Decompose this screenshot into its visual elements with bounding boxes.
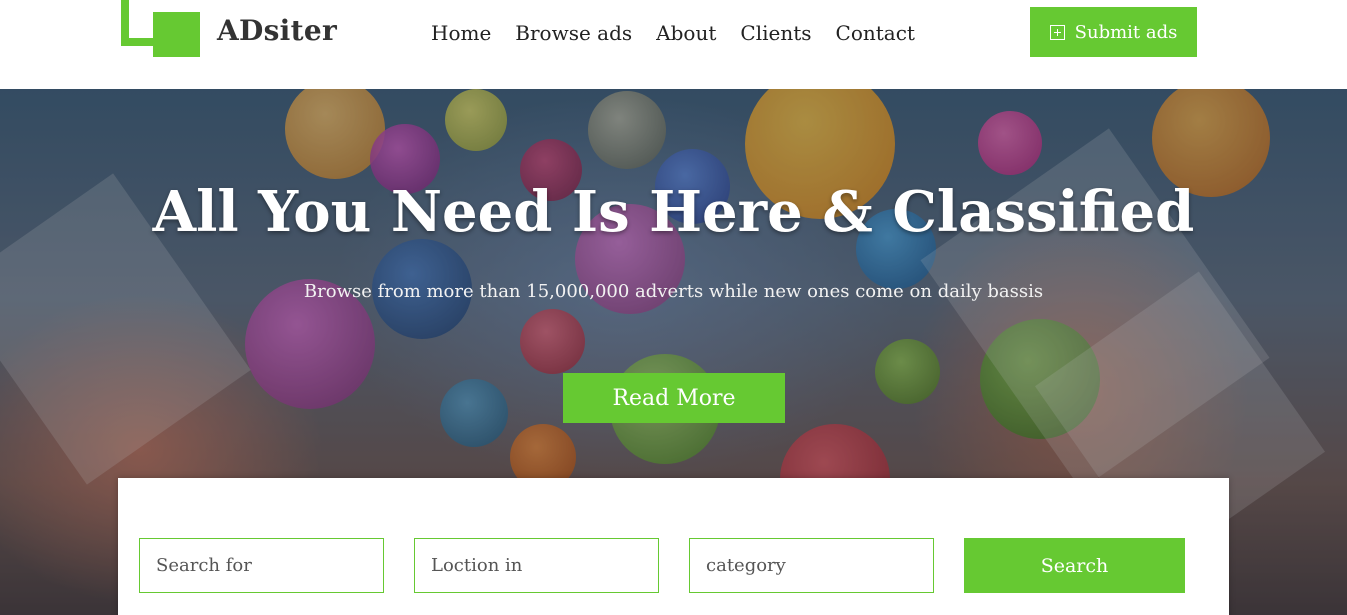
- nav-item-browse-ads[interactable]: Browse ads: [515, 21, 632, 45]
- search-panel: Search: [118, 478, 1229, 615]
- submit-ads-label: Submit ads: [1074, 21, 1178, 43]
- brand-name: ADsiter: [217, 14, 338, 47]
- search-keyword-input[interactable]: [139, 538, 384, 593]
- logo-mark-icon: [121, 0, 201, 58]
- search-category-input[interactable]: [689, 538, 934, 593]
- search-button[interactable]: Search: [964, 538, 1185, 593]
- search-location-input[interactable]: [414, 538, 659, 593]
- nav-item-clients[interactable]: Clients: [740, 21, 811, 45]
- site-header: ADsiter Home Browse ads About Clients Co…: [0, 0, 1347, 89]
- nav-item-contact[interactable]: Contact: [836, 21, 915, 45]
- main-nav: Home Browse ads About Clients Contact: [431, 21, 915, 45]
- submit-ads-button[interactable]: Submit ads: [1030, 7, 1197, 57]
- nav-item-about[interactable]: About: [656, 21, 716, 45]
- brand-logo[interactable]: ADsiter: [121, 0, 361, 58]
- plus-icon: [1049, 24, 1065, 40]
- hero-subtitle: Browse from more than 15,000,000 adverts…: [303, 281, 1044, 302]
- hero-title: All You Need Is Here & Classified: [152, 179, 1195, 245]
- read-more-button[interactable]: Read More: [563, 373, 785, 423]
- nav-item-home[interactable]: Home: [431, 21, 491, 45]
